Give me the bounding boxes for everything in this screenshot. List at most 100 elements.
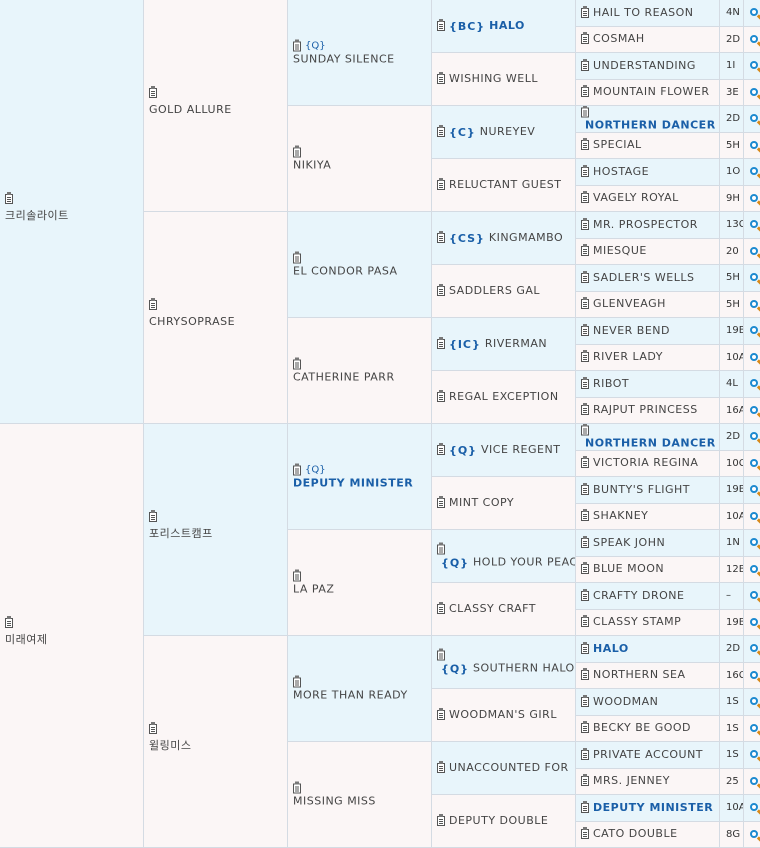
horse-name[interactable]: CLASSY STAMP (593, 615, 681, 628)
clipboard-icon[interactable] (293, 147, 301, 157)
horse-name[interactable]: NIKIYA (293, 158, 429, 172)
horse-name[interactable]: WISHING WELL (449, 72, 538, 85)
gen5-horse-cell[interactable]: MOUNTAIN FLOWER (576, 80, 720, 107)
horse-name[interactable]: NEVER BEND (593, 324, 670, 337)
clipboard-icon[interactable] (149, 724, 157, 734)
gen5-horse-cell[interactable]: CLASSY STAMP (576, 610, 720, 637)
clipboard-icon[interactable] (581, 107, 589, 117)
clipboard-icon[interactable] (437, 180, 445, 190)
clipboard-icon[interactable] (581, 193, 589, 203)
clipboard-icon[interactable] (293, 41, 301, 51)
gen5-horse-cell[interactable]: CRAFTY DRONE (576, 583, 720, 610)
gen4-horse-cell[interactable]: RELUCTANT GUEST (432, 159, 576, 212)
gen4-horse-cell[interactable]: MINT COPY (432, 477, 576, 530)
horse-name[interactable]: MOUNTAIN FLOWER (593, 85, 709, 98)
gen4-horse-cell[interactable]: SADDLERS GAL (432, 265, 576, 318)
clipboard-icon[interactable] (581, 425, 589, 435)
search-button[interactable] (744, 504, 760, 531)
search-button[interactable] (744, 0, 760, 27)
horse-name[interactable]: REGAL EXCEPTION (449, 390, 559, 403)
horse-name[interactable]: MINT COPY (449, 496, 514, 509)
search-button[interactable] (744, 689, 760, 716)
gen4-horse-cell[interactable]: {C}NUREYEV (432, 106, 576, 159)
gen3-horse-cell[interactable]: LA PAZ (288, 530, 432, 636)
horse-name[interactable]: DEPUTY MINISTER (593, 801, 713, 814)
horse-name[interactable]: MRS. JENNEY (593, 774, 670, 787)
horse-name[interactable]: VICE REGENT (481, 443, 560, 456)
clipboard-icon[interactable] (437, 392, 445, 402)
gen3-horse-cell[interactable]: EL CONDOR PASA (288, 212, 432, 318)
clipboard-icon[interactable] (581, 167, 589, 177)
search-button[interactable] (744, 477, 760, 504)
horse-name[interactable]: GOLD ALLURE (149, 103, 285, 117)
horse-name[interactable]: SPEAK JOHN (593, 536, 665, 549)
clipboard-icon[interactable] (437, 604, 445, 614)
gen3-horse-cell[interactable]: MORE THAN READY (288, 636, 432, 742)
gen5-horse-cell[interactable]: GLENVEAGH (576, 292, 720, 319)
clipboard-icon[interactable] (581, 776, 589, 786)
gen4-horse-cell[interactable]: DEPUTY DOUBLE (432, 795, 576, 848)
horse-name[interactable]: MR. PROSPECTOR (593, 218, 698, 231)
gen4-horse-cell[interactable]: {BC}HALO (432, 0, 576, 53)
horse-name[interactable]: WOODMAN (593, 695, 658, 708)
clipboard-icon[interactable] (581, 697, 589, 707)
clipboard-icon[interactable] (149, 88, 157, 98)
gen5-horse-cell[interactable]: RIVER LADY (576, 345, 720, 372)
search-button[interactable] (744, 451, 760, 478)
horse-name[interactable]: COSMAH (593, 32, 645, 45)
clipboard-icon[interactable] (293, 359, 301, 369)
horse-name[interactable]: CLASSY CRAFT (449, 602, 536, 615)
clipboard-icon[interactable] (581, 87, 589, 97)
clipboard-icon[interactable] (293, 465, 301, 475)
gen5-horse-cell[interactable]: HAIL TO REASON (576, 0, 720, 27)
clipboard-icon[interactable] (581, 246, 589, 256)
horse-name[interactable]: CRAFTY DRONE (593, 589, 684, 602)
clipboard-icon[interactable] (581, 326, 589, 336)
search-button[interactable] (744, 292, 760, 319)
gen5-horse-cell[interactable]: SADLER'S WELLS (576, 265, 720, 292)
clipboard-icon[interactable] (437, 651, 445, 661)
gen5-horse-cell[interactable]: COSMAH (576, 27, 720, 54)
horse-name[interactable]: MISSING MISS (293, 794, 429, 808)
horse-name[interactable]: LA PAZ (293, 582, 429, 596)
clipboard-icon[interactable] (581, 61, 589, 71)
clipboard-icon[interactable] (581, 405, 589, 415)
horse-name[interactable]: DEPUTY MINISTER (293, 476, 429, 490)
search-button[interactable] (744, 610, 760, 637)
clipboard-icon[interactable] (437, 763, 445, 773)
clipboard-icon[interactable] (581, 485, 589, 495)
gen5-horse-cell[interactable]: VAGELY ROYAL (576, 186, 720, 213)
clipboard-icon[interactable] (437, 816, 445, 826)
gen5-horse-cell[interactable]: NORTHERN SEA (576, 663, 720, 690)
horse-name[interactable]: VAGELY ROYAL (593, 191, 679, 204)
search-button[interactable] (744, 398, 760, 425)
clipboard-icon[interactable] (581, 538, 589, 548)
horse-name[interactable]: CATO DOUBLE (593, 827, 678, 840)
clipboard-icon[interactable] (581, 670, 589, 680)
gen5-horse-cell[interactable]: BUNTY'S FLIGHT (576, 477, 720, 504)
clipboard-icon[interactable] (581, 644, 589, 654)
clipboard-icon[interactable] (149, 512, 157, 522)
search-button[interactable] (744, 345, 760, 372)
clipboard-icon[interactable] (437, 233, 445, 243)
gen3-horse-cell[interactable]: {Q}DEPUTY MINISTER (288, 424, 432, 530)
clipboard-icon[interactable] (581, 140, 589, 150)
clipboard-icon[interactable] (293, 253, 301, 263)
horse-name[interactable]: RIVER LADY (593, 350, 663, 363)
horse-name[interactable]: UNACCOUNTED FOR (449, 761, 569, 774)
search-button[interactable] (744, 716, 760, 743)
horse-name[interactable]: HOSTAGE (593, 165, 649, 178)
gen5-horse-cell[interactable]: HOSTAGE (576, 159, 720, 186)
horse-name[interactable]: CHRYSOPRASE (149, 315, 285, 329)
gen1-horse-cell[interactable]: 크리솔라이트 (0, 0, 144, 424)
horse-name[interactable]: KINGMAMBO (489, 231, 563, 244)
horse-name[interactable]: 윌링미스 (149, 739, 285, 753)
clipboard-icon[interactable] (581, 34, 589, 44)
horse-name[interactable]: SOUTHERN HALO (473, 662, 575, 675)
horse-name[interactable]: 미래여제 (5, 633, 141, 647)
horse-name[interactable]: HOLD YOUR PEACE (473, 556, 576, 569)
search-button[interactable] (744, 106, 760, 133)
horse-name[interactable]: NORTHERN DANCER (585, 118, 716, 131)
gen5-horse-cell[interactable]: WOODMAN (576, 689, 720, 716)
search-button[interactable] (744, 663, 760, 690)
